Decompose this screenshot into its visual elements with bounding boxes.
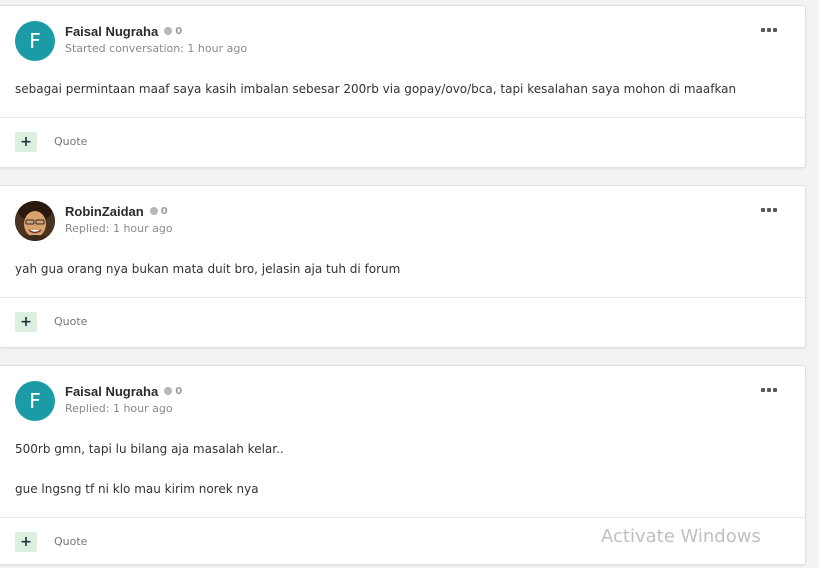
avatar[interactable]: F <box>15 381 55 421</box>
post-body: yah gua orang nya bukan mata duit bro, j… <box>0 246 805 277</box>
post-text: 500rb gmn, tapi lu bilang aja masalah ke… <box>15 442 284 456</box>
author-name[interactable]: Faisal Nugraha <box>65 384 158 399</box>
activate-windows-watermark: Activate Windows <box>601 526 761 547</box>
reputation-count: 0 <box>160 205 168 217</box>
author-block: RobinZaidan 0 Replied: 1 hour ago <box>65 202 173 236</box>
post-footer: + Quote <box>0 297 805 348</box>
avatar-initial: F <box>29 389 41 413</box>
like-button[interactable]: + <box>15 532 37 552</box>
quote-button[interactable]: Quote <box>54 315 87 328</box>
author-line: RobinZaidan 0 <box>65 202 173 220</box>
author-name[interactable]: RobinZaidan <box>65 204 144 219</box>
post-meta: Replied: 1 hour ago <box>65 402 173 415</box>
quote-button[interactable]: Quote <box>54 135 87 148</box>
post: RobinZaidan 0 Replied: 1 hour ago yah gu… <box>0 185 806 348</box>
post: F Faisal Nugraha 0 Started conversation:… <box>0 5 806 168</box>
ellipsis-icon[interactable] <box>761 25 777 35</box>
avatar-photo <box>15 201 55 241</box>
post-text: sebagai permintaan maaf saya kasih imbal… <box>15 82 737 96</box>
avatar[interactable] <box>15 201 55 241</box>
quote-button[interactable]: Quote <box>54 535 87 548</box>
author-line: Faisal Nugraha 0 <box>65 22 247 40</box>
author-name[interactable]: Faisal Nugraha <box>65 24 158 39</box>
post-body: sebagai permintaan maaf saya kasih imbal… <box>0 66 805 97</box>
reputation-count: 0 <box>175 385 183 397</box>
post-header: F Faisal Nugraha 0 Started conversation:… <box>0 6 805 66</box>
avatar-initial: F <box>29 29 41 53</box>
reputation-dot-icon <box>149 207 158 215</box>
reputation-count: 0 <box>175 25 183 37</box>
post-footer: + Quote <box>0 117 805 168</box>
reputation-dot-icon <box>164 27 173 35</box>
author-line: Faisal Nugraha 0 <box>65 382 182 400</box>
post-body: 500rb gmn, tapi lu bilang aja masalah ke… <box>0 426 805 497</box>
post-text: yah gua orang nya bukan mata duit bro, j… <box>15 262 401 276</box>
avatar[interactable]: F <box>15 21 55 61</box>
ellipsis-icon[interactable] <box>761 205 777 215</box>
author-block: Faisal Nugraha 0 Started conversation: 1… <box>65 22 248 56</box>
reputation-dot-icon <box>164 387 173 395</box>
like-button[interactable]: + <box>15 312 37 332</box>
post-header: F Faisal Nugraha 0 Replied: 1 hour ago <box>0 366 805 426</box>
author-block: Faisal Nugraha 0 Replied: 1 hour ago <box>65 382 182 416</box>
like-button[interactable]: + <box>15 132 37 152</box>
plus-icon: + <box>20 314 32 330</box>
post-meta: Started conversation: 1 hour ago <box>65 42 248 55</box>
ellipsis-icon[interactable] <box>761 385 777 395</box>
post-text: gue lngsng tf ni klo mau kirim norek nya <box>15 482 259 496</box>
plus-icon: + <box>20 134 32 150</box>
post-header: RobinZaidan 0 Replied: 1 hour ago <box>0 186 805 246</box>
post-meta: Replied: 1 hour ago <box>65 222 173 235</box>
